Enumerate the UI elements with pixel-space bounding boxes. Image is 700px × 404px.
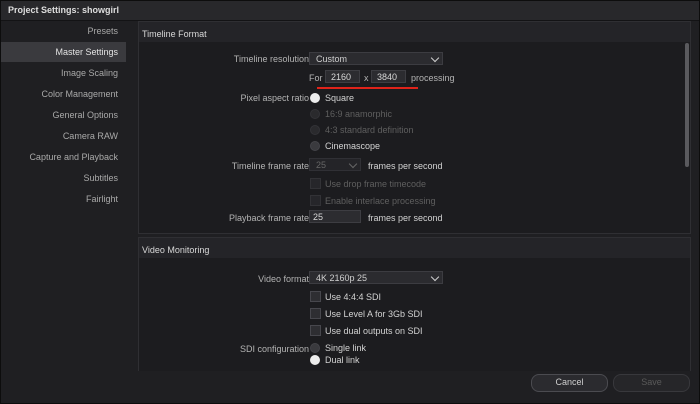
sidebar-item-color-management[interactable]: Color Management (1, 84, 118, 104)
option-4-3-label: 4:3 standard definition (325, 125, 414, 135)
level-a-3gb-sdi-checkbox[interactable] (310, 308, 321, 319)
radio-dual-link[interactable] (310, 355, 320, 365)
resolution-x-label: x (364, 73, 369, 83)
option-anamorphic-label: 16:9 anamorphic (325, 109, 393, 119)
use-444-sdi-checkbox[interactable] (310, 291, 321, 302)
timeline-resolution-value: Custom (316, 54, 348, 64)
single-link-label: Single link (325, 343, 367, 353)
radio-4-3-standard[interactable] (310, 125, 320, 135)
chevron-down-icon (430, 272, 440, 282)
use-444-sdi-label: Use 4:4:4 SDI (325, 292, 382, 302)
save-button[interactable]: Save (613, 374, 690, 392)
sidebar-item-fairlight[interactable]: Fairlight (1, 189, 118, 209)
sidebar-item-image-scaling[interactable]: Image Scaling (1, 63, 118, 83)
video-monitoring-header (139, 238, 690, 258)
red-underline-annotation (317, 87, 418, 89)
video-format-label: Video format (258, 274, 309, 284)
sidebar-item-master-settings[interactable]: Master Settings (1, 42, 126, 62)
title-bar: Project Settings: showgirl (1, 1, 699, 21)
sidebar-item-camera-raw[interactable]: Camera RAW (1, 126, 118, 146)
level-a-3gb-sdi-label: Use Level A for 3Gb SDI (325, 309, 423, 319)
video-monitoring-panel: Video Monitoring Video format 4K 2160p 2… (138, 237, 691, 371)
interlace-label: Enable interlace processing (325, 196, 436, 206)
processing-label: processing (411, 73, 455, 83)
content-scrollbar[interactable] (685, 43, 689, 167)
video-format-dropdown[interactable]: 4K 2160p 25 (309, 271, 443, 284)
window-title: Project Settings: showgirl (8, 5, 120, 15)
drop-frame-label: Use drop frame timecode (325, 179, 427, 189)
radio-single-link[interactable] (310, 343, 320, 353)
timeline-frame-rate-label: Timeline frame rate (231, 161, 309, 171)
dialog-footer: Cancel Save (1, 371, 699, 403)
option-square-label: Square (325, 93, 355, 103)
chevron-down-icon (348, 159, 358, 169)
settings-sidebar: Presets Master Settings Image Scaling Co… (1, 21, 126, 371)
radio-16-9-anamorphic[interactable] (310, 109, 320, 119)
sdi-configuration-label: SDI configuration (239, 344, 309, 354)
dual-link-label: Dual link (325, 355, 360, 365)
resolution-width-input[interactable]: 2160 (325, 70, 360, 83)
timeline-fps-label: frames per second (368, 161, 443, 171)
resolution-height-input[interactable]: 3840 (371, 70, 406, 83)
sidebar-item-capture-and-playback[interactable]: Capture and Playback (1, 147, 118, 167)
timeline-resolution-dropdown[interactable]: Custom (309, 52, 443, 65)
pixel-aspect-ratio-label: Pixel aspect ratio (240, 93, 309, 103)
timeline-frame-rate-value: 25 (316, 160, 327, 170)
drop-frame-checkbox[interactable] (310, 178, 321, 189)
for-label: For (309, 73, 323, 83)
interlace-checkbox[interactable] (310, 195, 321, 206)
timeline-format-panel: Timeline Format Timeline resolution Cust… (138, 21, 691, 234)
playback-frame-rate-input[interactable]: 25 (309, 210, 361, 223)
video-format-value: 4K 2160p 25 (316, 273, 368, 283)
option-cinemascope-label: Cinemascope (325, 141, 381, 151)
dual-outputs-sdi-label: Use dual outputs on SDI (325, 326, 423, 336)
timeline-resolution-label: Timeline resolution (233, 54, 309, 64)
timeline-frame-rate-dropdown[interactable]: 25 (309, 158, 361, 171)
project-settings-window: Project Settings: showgirl Presets Maste… (0, 0, 700, 404)
sidebar-item-subtitles[interactable]: Subtitles (1, 168, 118, 188)
cancel-button[interactable]: Cancel (531, 374, 608, 392)
radio-cinemascope[interactable] (310, 141, 320, 151)
settings-content: Timeline Format Timeline resolution Cust… (126, 21, 691, 371)
timeline-format-header (139, 22, 690, 42)
playback-frame-rate-label: Playback frame rate (228, 213, 309, 223)
dual-outputs-sdi-checkbox[interactable] (310, 325, 321, 336)
video-monitoring-title: Video Monitoring (142, 245, 210, 255)
sidebar-item-general-options[interactable]: General Options (1, 105, 118, 125)
sidebar-item-presets[interactable]: Presets (1, 21, 118, 41)
radio-square[interactable] (310, 93, 320, 103)
chevron-down-icon (430, 53, 440, 63)
playback-fps-label: frames per second (368, 213, 443, 223)
timeline-format-title: Timeline Format (142, 29, 207, 39)
